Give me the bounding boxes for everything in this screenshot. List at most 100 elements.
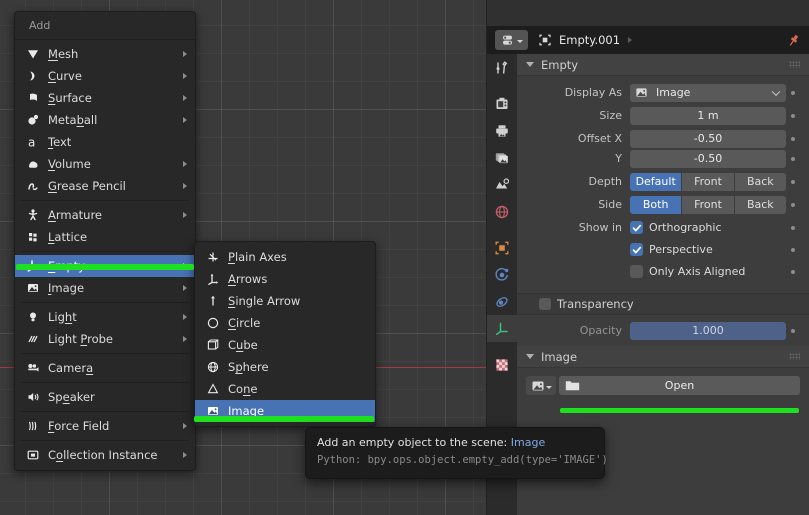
light-icon [23, 309, 43, 325]
submenu-item-single-arrow[interactable]: Single Arrow [195, 290, 375, 312]
menu-item-text[interactable]: a Text [15, 131, 195, 153]
offset-y-field[interactable]: -0.50 [630, 149, 786, 168]
tab-world[interactable] [487, 198, 517, 225]
curve-icon [23, 68, 43, 84]
tab-modifiers[interactable] [487, 261, 517, 288]
menu-item-light-probe[interactable]: Light Probe [15, 328, 195, 350]
tooltip-python-code: bpy.ops.object.empty_add(type='IMAGE') [367, 454, 608, 466]
menu-item-camera[interactable]: Camera [15, 357, 195, 379]
animate-property-dot[interactable] [786, 156, 800, 161]
tab-output[interactable] [487, 117, 517, 144]
menu-separator [21, 382, 189, 383]
menu-item-collection-instance[interactable]: Collection Instance [15, 444, 195, 466]
side-option-front[interactable]: Front [682, 195, 734, 214]
submenu-item-cone[interactable]: Cone [195, 378, 375, 400]
depth-option-back[interactable]: Back [734, 172, 786, 191]
checkbox-transparency[interactable] [539, 298, 551, 310]
depth-option-front[interactable]: Front [682, 172, 734, 191]
panel-header-empty[interactable]: Empty [517, 54, 809, 76]
side-option-back[interactable]: Back [734, 195, 786, 214]
object-icon [495, 241, 509, 254]
panel-header-transparency[interactable]: Transparency [517, 293, 809, 315]
menu-item-force-field[interactable]: Force Field [15, 415, 195, 437]
animate-property-dot[interactable] [786, 269, 800, 274]
chevron-right-icon [183, 285, 187, 291]
animate-property-dot[interactable] [786, 328, 800, 333]
disclosure-triangle-icon [526, 62, 534, 67]
tab-physics[interactable] [487, 288, 517, 315]
animate-property-dot[interactable] [786, 225, 800, 230]
menu-item-light[interactable]: Light [15, 306, 195, 328]
open-image-button[interactable]: Open [559, 376, 800, 395]
animate-property-dot[interactable] [786, 136, 800, 141]
chevron-right-icon [183, 212, 187, 218]
panel-header-image[interactable]: Image [517, 346, 809, 368]
checkbox-only-axis-aligned[interactable] [630, 265, 643, 278]
depth-segmented-control[interactable]: Default Front Back [630, 172, 786, 191]
submenu-item-circle[interactable]: Circle [195, 312, 375, 334]
panel-grip-icon [789, 61, 800, 68]
breadcrumb[interactable]: Empty.001 [559, 33, 620, 47]
submenu-item-sphere[interactable]: Sphere [195, 356, 375, 378]
tab-texture[interactable] [487, 351, 517, 378]
pin-icon[interactable] [786, 33, 801, 48]
side-option-both[interactable]: Both [630, 195, 682, 214]
animate-property-dot[interactable] [786, 90, 800, 95]
highlight-bar-empty [16, 264, 194, 270]
side-segmented-control[interactable]: Both Front Back [630, 195, 786, 214]
menu-item-surface[interactable]: Surface [15, 87, 195, 109]
display-as-dropdown[interactable]: Image [630, 83, 786, 102]
circle-icon [203, 315, 223, 331]
animate-property-dot[interactable] [786, 113, 800, 118]
editor-type-selector[interactable] [495, 30, 528, 50]
tab-view-layer[interactable] [487, 144, 517, 171]
animate-property-dot[interactable] [786, 179, 800, 184]
submenu-item-plain-axes[interactable]: Plain Axes [195, 246, 375, 268]
menu-item-grease-pencil[interactable]: Grease Pencil [15, 175, 195, 197]
submenu-item-cube[interactable]: Cube [195, 334, 375, 356]
menu-item-mesh[interactable]: MMeshesh [15, 43, 195, 65]
animate-property-dot[interactable] [786, 202, 800, 207]
browse-image-button[interactable] [526, 376, 556, 395]
tab-tool[interactable] [487, 54, 517, 81]
size-field[interactable]: 1 m [630, 106, 786, 125]
opacity-slider[interactable]: 1.000 [630, 321, 786, 340]
submenu-item-arrows[interactable]: Arrows [195, 268, 375, 290]
empty-submenu[interactable]: Plain Axes Arrows Single Arrow Circle Cu… [194, 241, 376, 427]
checkbox-perspective[interactable] [630, 243, 643, 256]
menu-separator [21, 411, 189, 412]
add-menu[interactable]: Add MMeshesh Curve Surface [14, 11, 196, 471]
row-side: Side Both Front Back [526, 195, 800, 214]
svg-text:a: a [28, 136, 35, 150]
tab-object-data[interactable] [487, 315, 517, 342]
properties-header: Empty.001 [487, 26, 809, 54]
armature-icon [23, 207, 43, 223]
properties-editor-icon [502, 35, 512, 45]
tab-render[interactable] [487, 90, 517, 117]
menu-item-volume[interactable]: Volume [15, 153, 195, 175]
depth-option-default[interactable]: Default [630, 172, 682, 191]
tab-scene[interactable] [487, 171, 517, 198]
panel-title-transparency: Transparency [557, 297, 634, 311]
animate-property-dot[interactable] [786, 247, 800, 252]
display-as-value: Image [656, 86, 691, 99]
browse-image-icon [532, 381, 543, 390]
menu-item-metaball[interactable]: Metaball [15, 109, 195, 131]
light-probe-icon [23, 331, 43, 347]
image-icon [23, 280, 43, 296]
menu-item-speaker[interactable]: Speaker [15, 386, 195, 408]
menu-item-image[interactable]: Image [15, 277, 195, 299]
menu-separator [21, 200, 189, 201]
object-data-empty-icon [495, 322, 508, 335]
output-icon [496, 124, 508, 137]
menu-item-lattice[interactable]: Lattice [15, 226, 195, 248]
checkbox-orthographic[interactable] [630, 221, 643, 234]
offset-x-field[interactable]: -0.50 [630, 129, 786, 148]
menu-item-curve[interactable]: Curve [15, 65, 195, 87]
arrows-icon [203, 271, 223, 287]
row-depth: Depth Default Front Back [526, 172, 800, 191]
menu-item-armature[interactable]: Armature [15, 204, 195, 226]
highlight-bar-open [560, 408, 799, 413]
menu-separator [21, 251, 189, 252]
tab-object[interactable] [487, 234, 517, 261]
